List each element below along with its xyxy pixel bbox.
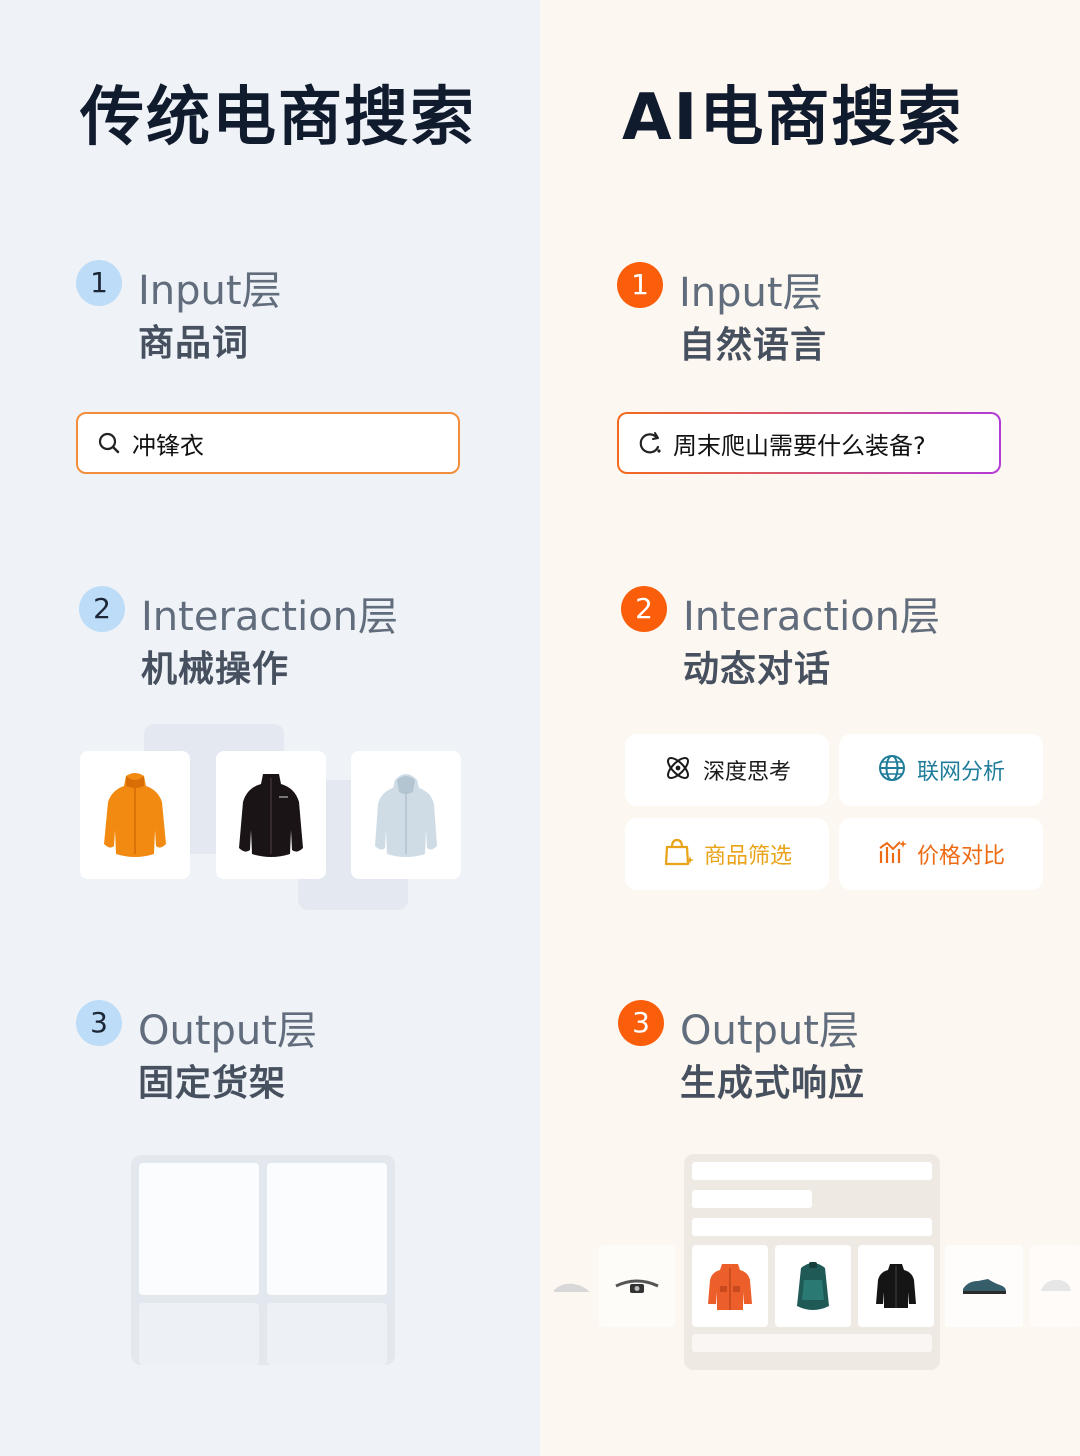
search-query-text: 冲锋衣	[132, 431, 204, 460]
step-subtitle: 生成式响应	[680, 1063, 866, 1104]
step-subtitle: 固定货架	[138, 1063, 287, 1104]
step-number-badge: 2	[621, 586, 667, 632]
light-blue-jacket-image	[375, 774, 437, 857]
traditional-title: 传统电商搜索	[80, 81, 476, 155]
chip-label: 价格对比	[916, 844, 1005, 869]
atom-icon	[663, 753, 693, 787]
shelf-slot	[267, 1303, 387, 1365]
orange-coat-image	[708, 1264, 752, 1310]
product-card-orange-jacket[interactable]	[80, 751, 190, 879]
step-number-badge: 3	[618, 1000, 664, 1046]
traditional-search-column: 传统电商搜索 1 Input层 商品词 冲锋衣 2 Interaction层 机…	[0, 0, 540, 1456]
carousel-card-hiking-shoe[interactable]	[945, 1245, 1023, 1327]
black-jacket-image	[239, 774, 303, 857]
chip-label: 商品筛选	[703, 844, 792, 869]
fixed-shelf-grid	[131, 1155, 395, 1365]
headlamp-image	[615, 1279, 659, 1293]
globe-icon	[877, 753, 907, 787]
carousel-card-faded	[1030, 1245, 1080, 1327]
shelf-slot	[139, 1163, 259, 1295]
step-subtitle: 机械操作	[141, 649, 290, 690]
product-card-black-jacket[interactable]	[216, 751, 326, 879]
carousel-card-orange-coat[interactable]	[692, 1245, 768, 1327]
chip-web-analysis[interactable]: 联网分析	[839, 734, 1043, 806]
ai-search-column: AI电商搜索 1 Input层 自然语言 周末爬山需要什么装备? 2 Inter…	[540, 0, 1080, 1456]
search-icon	[96, 430, 122, 456]
price-chart-icon	[877, 837, 907, 871]
backpack-image	[797, 1262, 829, 1310]
natural-language-search-box[interactable]: 周末爬山需要什么装备?	[617, 412, 1001, 474]
shelf-slot	[139, 1303, 259, 1365]
chip-product-filter[interactable]: 商品筛选	[625, 818, 829, 890]
ai-title: AI电商搜索	[622, 81, 964, 155]
step-layer-label: Output层	[680, 1008, 859, 1054]
hiking-shoe-image	[963, 1279, 1006, 1294]
carousel-card-headlamp[interactable]	[599, 1245, 675, 1327]
text-line-placeholder	[692, 1218, 932, 1236]
chip-label: 联网分析	[916, 760, 1005, 785]
chip-deep-thinking[interactable]: 深度思考	[625, 734, 829, 806]
step-subtitle: 自然语言	[679, 325, 828, 366]
black-jacket-image	[876, 1264, 916, 1308]
carousel-card-backpack[interactable]	[775, 1245, 851, 1327]
text-line-placeholder	[692, 1334, 932, 1352]
step-layer-label: Output层	[138, 1008, 317, 1054]
ai-refresh-icon	[637, 430, 663, 456]
step-number-badge: 1	[76, 260, 122, 306]
text-line-placeholder	[692, 1162, 932, 1180]
step-subtitle: 商品词	[138, 323, 250, 364]
orange-jacket-image	[104, 773, 166, 857]
step-layer-label: Input层	[138, 268, 282, 314]
chip-price-compare[interactable]: 价格对比	[839, 818, 1043, 890]
carousel-card-black-jacket[interactable]	[858, 1245, 934, 1327]
step-layer-label: Input层	[679, 270, 823, 316]
shopping-bag-icon	[662, 837, 694, 871]
step-number-badge: 3	[76, 1000, 122, 1046]
product-card-light-blue-jacket[interactable]	[351, 751, 461, 879]
step-layer-label: Interaction层	[141, 594, 399, 640]
shoe-image	[554, 1283, 590, 1292]
chip-label: 深度思考	[702, 760, 791, 785]
carousel-card-faded	[550, 1245, 594, 1327]
text-line-placeholder	[692, 1190, 812, 1208]
step-subtitle: 动态对话	[683, 649, 832, 690]
step-number-badge: 1	[617, 262, 663, 308]
cap-image	[1041, 1279, 1071, 1291]
shelf-slot	[267, 1163, 387, 1295]
keyword-search-box[interactable]: 冲锋衣	[76, 412, 460, 474]
step-number-badge: 2	[79, 586, 125, 632]
step-layer-label: Interaction层	[683, 594, 941, 640]
search-query-text: 周末爬山需要什么装备?	[673, 431, 926, 460]
